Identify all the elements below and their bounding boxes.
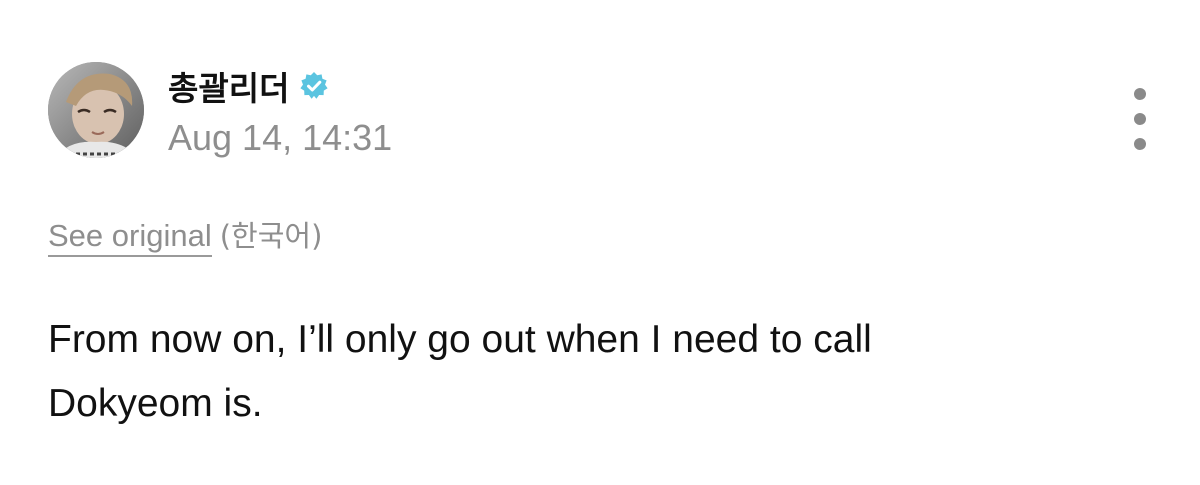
post-timestamp: Aug 14, 14:31: [168, 117, 393, 158]
post-body: From now on, I’ll only go out when I nee…: [48, 308, 1128, 436]
more-options-button[interactable]: [1124, 88, 1156, 150]
author-name[interactable]: 총괄리더: [168, 62, 289, 110]
more-vertical-icon-dot: [1134, 113, 1146, 125]
avatar-image: [48, 62, 144, 158]
verified-badge-icon: [299, 71, 329, 101]
post-body-line: From now on, I’ll only go out when I nee…: [48, 318, 872, 361]
original-language-label: (한국어): [219, 219, 323, 253]
more-vertical-icon-dot: [1134, 138, 1146, 150]
author-row: 총괄리더: [168, 64, 329, 108]
top-edge: [0, 0, 1200, 6]
see-original-link[interactable]: See original: [48, 218, 212, 257]
post-body-line: Dokyeom is.: [48, 382, 263, 425]
avatar[interactable]: [48, 62, 144, 158]
more-vertical-icon: [1134, 88, 1146, 100]
translation-row: See original (한국어): [48, 214, 322, 258]
